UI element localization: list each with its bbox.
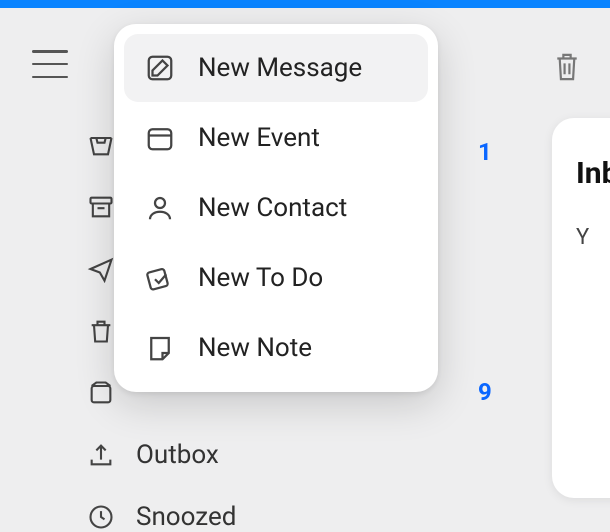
menu-item-new-note[interactable]: New Note <box>124 314 428 382</box>
hamburger-menu-button[interactable] <box>32 50 68 78</box>
note-icon <box>144 332 176 364</box>
menu-item-new-event[interactable]: New Event <box>124 104 428 172</box>
menu-item-label: New Contact <box>198 193 347 223</box>
menu-item-new-todo[interactable]: New To Do <box>124 244 428 312</box>
menu-item-label: New Note <box>198 333 312 363</box>
trash-icon[interactable] <box>552 50 582 88</box>
archive-icon <box>86 192 116 222</box>
window-titlebar <box>0 0 610 8</box>
menu-item-label: New To Do <box>198 263 323 293</box>
outbox-icon <box>86 440 116 470</box>
spam-icon <box>86 378 116 408</box>
trash-icon <box>86 316 116 346</box>
menu-item-new-message[interactable]: New Message <box>124 34 428 102</box>
snoozed-icon <box>86 502 116 532</box>
new-item-menu: New Message New Event New Contact New To… <box>114 24 438 392</box>
inbox-icon <box>86 130 116 160</box>
panel-title: Inb <box>576 156 610 191</box>
sent-icon <box>86 254 116 284</box>
unread-badge: 1 <box>478 138 492 166</box>
unread-badge: 9 <box>478 378 492 406</box>
content-panel: Inb Y <box>552 118 610 498</box>
menu-item-label: New Message <box>198 53 362 83</box>
sidebar-label: Outbox <box>136 440 219 470</box>
panel-subtext: Y <box>576 225 610 250</box>
todo-icon <box>144 262 176 294</box>
contact-icon <box>144 192 176 224</box>
sidebar-label: Snoozed <box>136 502 236 532</box>
sidebar-item-snoozed[interactable]: Snoozed <box>86 502 236 532</box>
menu-item-new-contact[interactable]: New Contact <box>124 174 428 242</box>
calendar-icon <box>144 122 176 154</box>
sidebar-item-outbox[interactable]: Outbox <box>86 440 236 470</box>
compose-icon <box>144 52 176 84</box>
menu-item-label: New Event <box>198 123 320 153</box>
toolbar <box>552 50 582 88</box>
